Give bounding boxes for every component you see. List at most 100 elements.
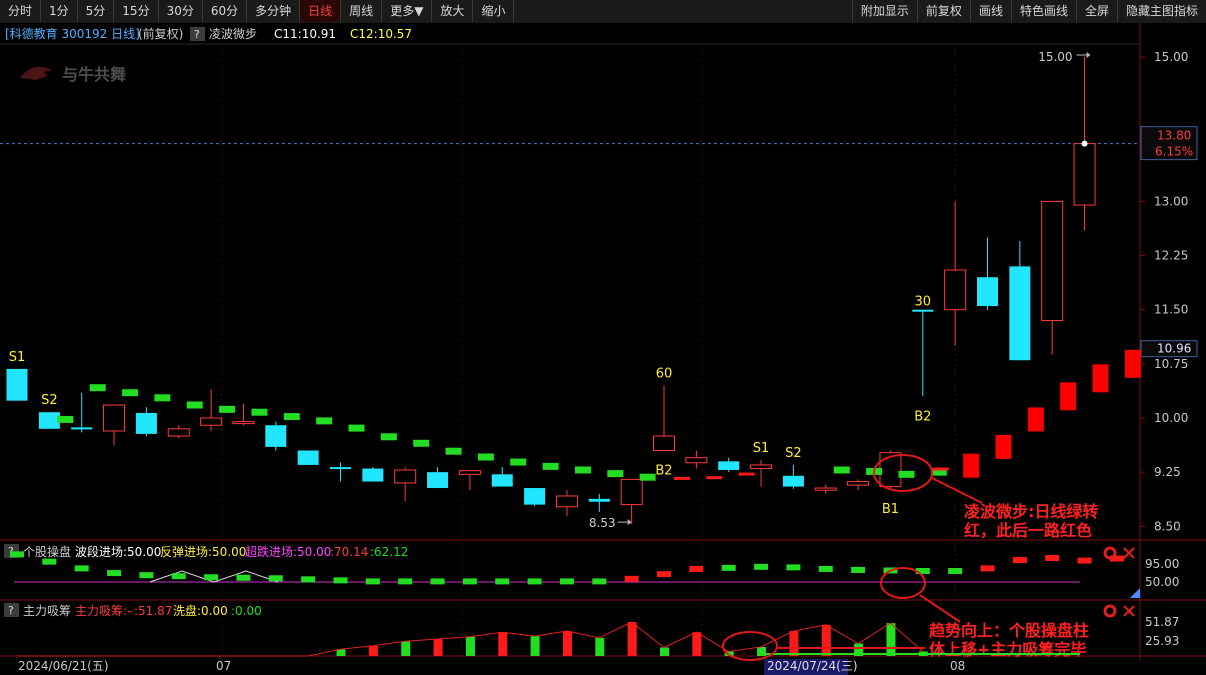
trail-mark-13 [445,447,462,455]
panel1-bar-2 [74,565,89,572]
panel2-bar-17 [562,631,572,656]
panel2-bar-27 [886,623,896,656]
toolbar-right-button-1[interactable]: 前复权 [916,0,970,22]
panel1-bar-13 [430,578,445,585]
toolbar-right-button-0[interactable]: 附加显示 [851,0,917,22]
signal-label-2: 60 [656,367,673,382]
panel2-bar-14 [465,636,475,656]
toolbar-right-button-5[interactable]: 隐藏主图指标 [1116,0,1206,22]
price-tick-label-7: 8.50 [1154,519,1181,533]
panel1-d: :70.14 [330,545,368,559]
price-pct-value: 6.15% [1155,145,1193,159]
toolbar-left-button-11[interactable]: 缩小 [473,0,515,22]
panel1-bar-18 [592,578,607,585]
toolbar-left-button-4[interactable]: 30分 [159,0,203,22]
kline-chart[interactable]: 15.00 13.00 12.25 11.50 10.75 10.00 9.25 8.50 13… [0,23,1206,675]
trail-mark-2 [89,384,106,392]
signal-label-0: S1 [9,350,26,365]
panel1-bar-8 [268,575,283,582]
candle-body-10 [330,467,351,470]
panel1-bar-12 [398,578,413,585]
candle-body-30 [977,277,998,307]
toolbar-left-button-8[interactable]: 周线 [341,0,383,22]
trail-mark-12 [413,439,430,447]
panel1-a: 波段进场:50.00 [75,544,161,559]
candle-body-0 [6,368,28,401]
toolbar-left-button-3[interactable]: 15分 [114,0,159,22]
trail-mark-31 [1027,407,1044,432]
panel1-bar-4 [139,572,154,579]
trail-mark-34 [1124,349,1141,378]
panel1-bar-26 [851,566,866,573]
panel1-bar-32 [1045,555,1060,561]
panel1-name: 个股操盘 [23,544,71,559]
candle-body-3 [103,404,126,432]
panel2-tick-1: 25.93 [1145,634,1179,648]
panel2-d: :0.00 [231,604,262,618]
toolbar-left-button-10[interactable]: 放大 [432,0,474,22]
candle-body-4 [135,412,157,434]
stock-title: [科德教育 300192 日线] [5,26,140,41]
low-price-label: 8.53 [589,516,616,530]
trail-mark-32 [1060,382,1077,411]
toolbar-left-button-7[interactable]: 日线 [300,0,342,22]
toolbar-left-button-6[interactable]: 多分钟 [247,0,301,22]
trail-mark-29 [963,453,980,478]
panel1-bar-16 [527,578,542,585]
panel2-a: 主力吸筹:- [75,604,131,618]
panel1-e: :62.12 [370,545,408,559]
trail-mark-10 [348,424,365,432]
panel1-bar-3 [107,570,122,577]
toolbar-left-button-2[interactable]: 5分 [78,0,115,22]
trail-mark-14 [477,453,494,461]
toolbar-left-button-0[interactable]: 分时 [0,0,42,22]
candle-body-16 [524,488,546,505]
candle-body-12 [394,469,417,484]
indicator-c2: C12:10.57 [350,27,412,41]
toolbar-right-button-3[interactable]: 特色画线 [1010,0,1076,22]
signal-label-7: 30 [915,294,932,309]
panel1-bar-10 [333,577,348,584]
panel2-bar-13 [433,639,443,656]
panel2-bar-21 [692,632,702,656]
candle-body-29 [944,269,967,311]
candle-body-13 [427,472,449,489]
panel1-bar-17 [559,578,574,585]
candle-body-1 [38,412,60,429]
candle-body-21 [685,457,708,464]
candle-body-19 [620,478,643,506]
toolbar-left-button-9[interactable]: 更多▼ [382,0,433,22]
high-price-label: 15.00 [1038,50,1072,64]
panel1-bar-23 [754,563,769,570]
price-tick-label-5: 10.00 [1154,411,1188,425]
panel1-bar-19 [624,575,639,582]
panel2-c: 洗盘:0.00 [173,603,228,618]
price-tick-label-1: 13.00 [1154,194,1188,208]
candle-body-17 [555,495,578,508]
toolbar-left-button-5[interactable]: 60分 [203,0,248,22]
candle-body-15 [491,474,513,487]
trail-mark-25 [833,466,850,474]
panel2-bar-18 [595,637,605,656]
toolbar-right-button-2[interactable]: 画线 [969,0,1011,22]
toolbar-left-button-1[interactable]: 1分 [41,0,78,22]
panel1-c: 超跌进场:50.00 [245,544,331,559]
panel1-bar-9 [301,576,316,583]
panel1-bar-5 [171,573,186,580]
trail-mark-18 [607,470,624,478]
help-icon-glyph: ? [194,28,200,41]
panel1-b: 反弹进场:50.00 [160,545,246,559]
panel1-tick-1: 50.00 [1145,575,1179,589]
candle-body-14 [458,470,481,475]
trail-mark-8 [283,413,300,421]
candle-body-33 [1073,143,1096,206]
toolbar-right-button-4[interactable]: 全屏 [1075,0,1117,22]
panel1-bar-20 [657,571,671,578]
red-dash-2 [738,472,755,476]
candle-body-18 [588,498,610,502]
panel1-bar-15 [495,578,510,585]
candle-body-24 [782,475,804,487]
panel2-bar-12 [401,641,411,656]
date-label-first: 2024/06/21(五) [18,659,109,673]
trail-mark-16 [542,462,559,470]
